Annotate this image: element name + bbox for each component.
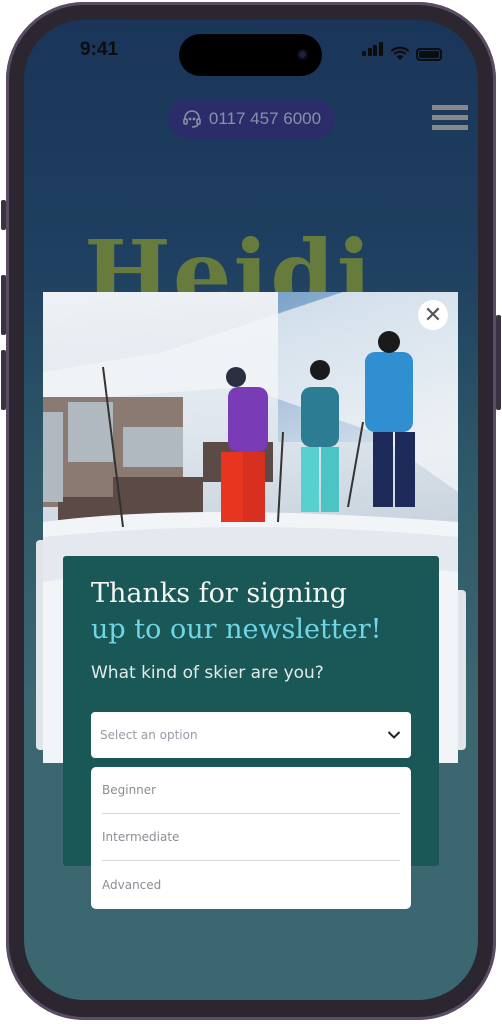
status-icons [362, 42, 442, 61]
screen: 9:41 0117 457 6000 Heidi ✕ Thanks for si… [24, 20, 478, 1000]
select-placeholder: Select an option [100, 728, 198, 742]
camera-icon [297, 49, 308, 60]
mute-switch [1, 200, 6, 230]
volume-down-button [1, 350, 6, 410]
chevron-down-icon [387, 731, 401, 739]
skier-question: What kind of skier are you? [91, 663, 324, 683]
phone-number: 0117 457 6000 [208, 109, 322, 128]
select-options-list: Beginner Intermediate Advanced [91, 767, 411, 909]
power-button [496, 315, 501, 410]
close-button[interactable]: ✕ [418, 300, 448, 330]
option-beginner[interactable]: Beginner [102, 767, 400, 814]
volume-up-button [1, 275, 6, 335]
signal-icon [362, 42, 384, 61]
skier-level-select[interactable]: Select an option [91, 712, 411, 758]
title-line-2: up to our newsletter! [91, 614, 382, 645]
battery-icon [416, 48, 442, 61]
status-time: 9:41 [80, 39, 119, 60]
wifi-icon [390, 46, 410, 60]
option-intermediate[interactable]: Intermediate [102, 814, 400, 861]
option-advanced[interactable]: Advanced [102, 861, 400, 908]
headset-icon [183, 110, 201, 128]
modal-title: Thanks for signing up to our newsletter! [91, 576, 381, 648]
phone-number-button[interactable]: 0117 457 6000 [168, 99, 335, 139]
title-line-1: Thanks for signing [91, 578, 347, 609]
hamburger-menu-icon[interactable] [432, 105, 468, 135]
dynamic-island [179, 34, 322, 76]
